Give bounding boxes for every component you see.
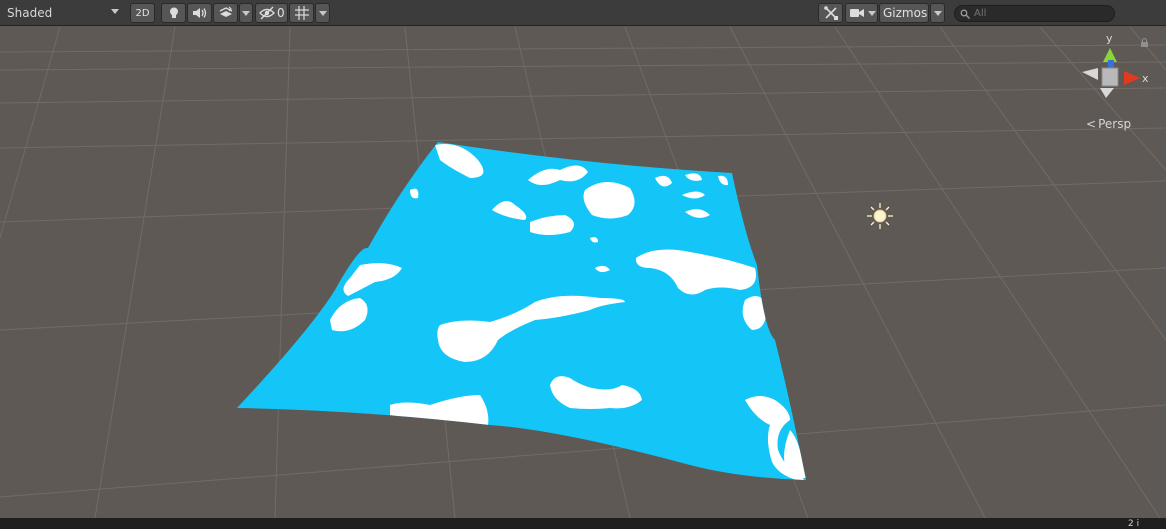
audio-toggle-button[interactable] — [187, 3, 212, 23]
grid-dropdown[interactable] — [315, 3, 330, 23]
chevron-down-icon — [318, 10, 327, 16]
scene-camera-button[interactable] — [845, 3, 878, 23]
gizmos-button[interactable]: Gizmos — [879, 3, 929, 23]
projection-toggle[interactable]: < Persp — [1086, 117, 1131, 131]
chevron-down-icon — [242, 10, 250, 16]
status-corner-text: 2 i — [1128, 519, 1140, 529]
scene-visibility-button[interactable]: 0 — [255, 3, 288, 23]
gizmo-x-label: x — [1142, 72, 1149, 85]
chevron-down-icon — [111, 9, 119, 14]
effects-toggle-button[interactable] — [213, 3, 238, 23]
draw-mode-label: Shaded — [7, 6, 53, 20]
scene-viewport[interactable]: y x — [0, 27, 1166, 518]
tools-icon — [823, 6, 838, 20]
component-tools-button[interactable] — [818, 3, 843, 23]
chevron-down-icon — [868, 10, 876, 16]
grid-toggle-button[interactable] — [289, 3, 314, 23]
draw-mode-dropdown[interactable]: Shaded — [0, 3, 125, 23]
camera-icon — [850, 9, 864, 17]
status-bar — [0, 518, 1166, 529]
scene-visibility-icon — [259, 6, 275, 20]
projection-label: Persp — [1098, 117, 1132, 131]
chevron-down-icon — [933, 10, 942, 16]
lightbulb-icon — [169, 7, 178, 18]
lighting-toggle-button[interactable] — [161, 3, 186, 23]
hidden-objects-count: 0 — [277, 6, 285, 20]
effects-icon — [219, 6, 232, 17]
scene-toolbar: Shaded 2D 0 Gizmos All — [0, 0, 1166, 26]
toggle-2d-label: 2D — [135, 7, 150, 19]
scene-search-field[interactable] — [954, 5, 1115, 22]
toggle-2d-button[interactable]: 2D — [130, 3, 155, 23]
gizmos-dropdown[interactable] — [930, 3, 945, 23]
gizmo-y-label: y — [1106, 32, 1113, 45]
speaker-icon — [192, 8, 206, 18]
gizmo-center-cube[interactable] — [1101, 67, 1119, 87]
search-input[interactable] — [970, 8, 1104, 19]
gizmos-label: Gizmos — [883, 6, 928, 20]
effects-dropdown[interactable] — [239, 3, 253, 23]
grid-icon — [294, 6, 309, 20]
persp-chevron-icon: < — [1086, 117, 1097, 131]
search-icon — [960, 9, 970, 19]
